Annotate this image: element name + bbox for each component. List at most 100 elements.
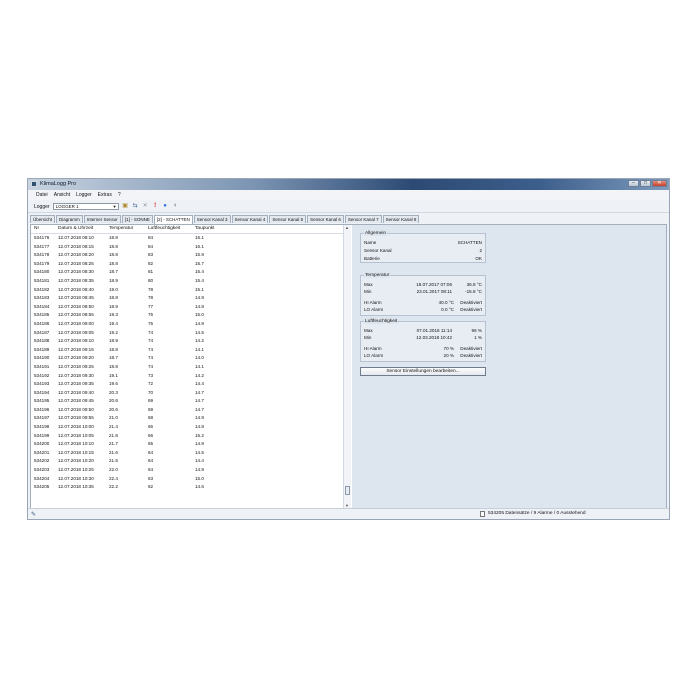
- tab-sensor-kanal-8[interactable]: Sensor Kanal 8: [382, 215, 420, 223]
- thermometer-icon[interactable]: ♀: [172, 203, 179, 210]
- open-folder-icon[interactable]: ▣: [122, 203, 129, 210]
- cell-dewpoint: 15.4: [195, 277, 204, 283]
- general-group-title: Allgemein: [364, 231, 388, 236]
- minimize-button[interactable]: –: [628, 180, 639, 187]
- cell-nr: 534205: [34, 484, 50, 490]
- cell-nr: 534198: [34, 424, 50, 430]
- table-row[interactable]: 534193 12.07.2018 09:35 19.6 72 14.4: [31, 380, 351, 389]
- tab-uebersicht[interactable]: Übersicht: [30, 215, 56, 223]
- cell-dewpoint: 15.4: [195, 269, 204, 275]
- menu-extras[interactable]: Extras: [98, 192, 112, 198]
- menu-logger[interactable]: Logger: [76, 192, 92, 198]
- column-header-dewpoint[interactable]: Taupunkt: [195, 226, 214, 231]
- cell-datetime: 12.07.2018 09:15: [58, 346, 94, 352]
- cell-temperature: 18.7: [109, 269, 118, 275]
- menu-datei[interactable]: Datei: [36, 192, 48, 198]
- column-header-nr[interactable]: Nr: [34, 226, 39, 231]
- table-row[interactable]: 534205 12.07.2018 10:35 22.2 62 14.6: [31, 483, 351, 492]
- tab-sensor-kanal-3[interactable]: Sensor Kanal 3: [193, 215, 231, 223]
- temperature-group: Temperatur Max 18.07.2017 07:06 36.8 °C …: [360, 273, 486, 316]
- title-bar[interactable]: KlimaLogg Pro – □ ✕: [28, 179, 669, 190]
- cell-datetime: 12.07.2018 09:30: [58, 372, 94, 378]
- tab-interner-sensor[interactable]: Interner Sensor: [83, 215, 121, 223]
- vertical-scrollbar[interactable]: ▲ ▼: [343, 225, 351, 508]
- name-label: Name: [364, 240, 377, 245]
- cell-nr: 534178: [34, 252, 50, 258]
- table-row[interactable]: 534204 12.07.2018 10:30 22.4 63 15.0: [31, 475, 351, 484]
- tab-sonne[interactable]: [1] - SONNE: [121, 215, 153, 223]
- name-value: SCHATTEN: [457, 240, 482, 245]
- table-row[interactable]: 534201 12.07.2018 10:15 21.6 64 14.5: [31, 449, 351, 458]
- tab-sensor-kanal-5[interactable]: Sensor Kanal 5: [269, 215, 307, 223]
- cell-nr: 534185: [34, 312, 50, 318]
- menu-help[interactable]: ?: [118, 192, 121, 198]
- table-row[interactable]: 534180 12.07.2018 08:30 18.7 81 15.4: [31, 268, 351, 277]
- hum-hi-alarm-state: Deaktiviert: [460, 346, 482, 351]
- tab-sensor-kanal-7[interactable]: Sensor Kanal 7: [344, 215, 382, 223]
- cell-humidity: 73: [148, 372, 154, 378]
- table-row[interactable]: 534200 12.07.2018 10:10 21.7 65 14.9: [31, 440, 351, 449]
- close-button[interactable]: ✕: [652, 180, 667, 187]
- table-row[interactable]: 534186 12.07.2018 09:00 19.4 75 14.9: [31, 320, 351, 329]
- column-header-temperature[interactable]: Temperatur: [109, 226, 133, 231]
- table-row[interactable]: 534202 12.07.2018 10:20 21.5 64 14.4: [31, 457, 351, 466]
- delete-icon[interactable]: ✕: [142, 203, 149, 210]
- cell-humidity: 64: [148, 458, 154, 464]
- transfer-icon[interactable]: ⇆: [132, 203, 139, 210]
- water-drop-icon[interactable]: ●: [162, 203, 169, 210]
- table-row[interactable]: 534198 12.07.2018 10:00 21.4 66 14.8: [31, 423, 351, 432]
- window-title: KlimaLogg Pro: [40, 181, 77, 187]
- table-row[interactable]: 534192 12.07.2018 09:30 19.1 73 14.2: [31, 372, 351, 381]
- cell-humidity: 68: [148, 415, 154, 421]
- table-body: 534176 12.07.2018 08:10 18.8 84 16.1 534177 12…: [31, 234, 351, 492]
- table-row[interactable]: 534181 12.07.2018 08:35 18.9 80 15.4: [31, 277, 351, 286]
- cell-nr: 534195: [34, 398, 50, 404]
- channel-row: Sensor Kanal 2: [364, 248, 482, 254]
- table-row[interactable]: 534183 12.07.2018 08:45 18.8 78 14.9: [31, 294, 351, 303]
- humidity-group-title: Luftfeuchtigkeit: [364, 319, 399, 324]
- column-header-humidity[interactable]: Luftfeuchtigkeit: [148, 226, 180, 231]
- column-header-datetime[interactable]: Datum & Uhrzeit: [58, 226, 93, 231]
- cell-temperature: 21.8: [109, 432, 118, 438]
- hum-min-label: Min: [364, 335, 372, 340]
- table-row[interactable]: 534191 12.07.2018 09:25 18.8 74 14.1: [31, 363, 351, 372]
- table-row[interactable]: 534182 12.07.2018 08:40 19.0 78 15.1: [31, 286, 351, 295]
- table-row[interactable]: 534188 12.07.2018 09:10 18.9 74 14.2: [31, 337, 351, 346]
- cell-dewpoint: 15.0: [195, 312, 204, 318]
- table-row[interactable]: 534179 12.07.2018 08:25 18.8 82 15.7: [31, 260, 351, 269]
- alarm-icon[interactable]: !: [152, 203, 159, 210]
- temp-max-label: Max: [364, 282, 373, 287]
- table-row[interactable]: 534185 12.07.2018 08:55 19.3 76 15.0: [31, 311, 351, 320]
- cell-temperature: 18.8: [109, 346, 118, 352]
- tab-schatten[interactable]: [2] - SCHATTEN: [153, 215, 193, 224]
- tab-diagramm[interactable]: Diagramm: [56, 215, 83, 223]
- table-row[interactable]: 534199 12.07.2018 10:05 21.8 66 15.2: [31, 432, 351, 441]
- cell-humidity: 74: [148, 338, 154, 344]
- table-row[interactable]: 534195 12.07.2018 09:45 20.6 69 14.7: [31, 397, 351, 406]
- edit-sensor-settings-button[interactable]: Sensor Einstellungen bearbeiten...: [360, 367, 486, 376]
- table-row[interactable]: 534189 12.07.2018 09:15 18.8 74 14.1: [31, 346, 351, 355]
- tab-sensor-kanal-6[interactable]: Sensor Kanal 6: [307, 215, 344, 223]
- table-row[interactable]: 534196 12.07.2018 09:50 20.6 69 14.7: [31, 406, 351, 415]
- cell-dewpoint: 14.9: [195, 295, 204, 301]
- menu-ansicht[interactable]: Ansicht: [54, 192, 70, 198]
- logger-select[interactable]: LOGGER 1 ▼: [52, 203, 119, 210]
- tab-sensor-kanal-4[interactable]: Sensor Kanal 4: [231, 215, 269, 223]
- cell-datetime: 12.07.2018 08:45: [58, 295, 94, 301]
- table-row[interactable]: 534203 12.07.2018 10:25 22.0 64 14.9: [31, 466, 351, 475]
- cell-humidity: 74: [148, 329, 154, 335]
- table-row[interactable]: 534190 12.07.2018 09:20 18.7 74 14.0: [31, 354, 351, 363]
- table-row[interactable]: 534184 12.07.2018 08:50 18.9 77 14.8: [31, 303, 351, 312]
- table-row[interactable]: 534178 12.07.2018 08:20 18.8 83 15.9: [31, 251, 351, 260]
- scrollbar-thumb[interactable]: [345, 486, 350, 495]
- table-row[interactable]: 534194 12.07.2018 09:40 20.3 70 14.7: [31, 389, 351, 398]
- cell-humidity: 69: [148, 398, 154, 404]
- table-row[interactable]: 534177 12.07.2018 08:15 18.8 84 16.1: [31, 243, 351, 252]
- table-row[interactable]: 534176 12.07.2018 08:10 18.8 84 16.1: [31, 234, 351, 243]
- temp-hi-alarm-label: HI Alarm: [364, 300, 382, 305]
- cell-datetime: 12.07.2018 08:15: [58, 243, 94, 249]
- table-row[interactable]: 534197 12.07.2018 09:55 21.0 68 14.9: [31, 414, 351, 423]
- scroll-up-icon[interactable]: ▲: [345, 225, 349, 230]
- maximize-button[interactable]: □: [640, 180, 651, 187]
- table-row[interactable]: 534187 12.07.2018 09:05 19.2 74 14.5: [31, 329, 351, 338]
